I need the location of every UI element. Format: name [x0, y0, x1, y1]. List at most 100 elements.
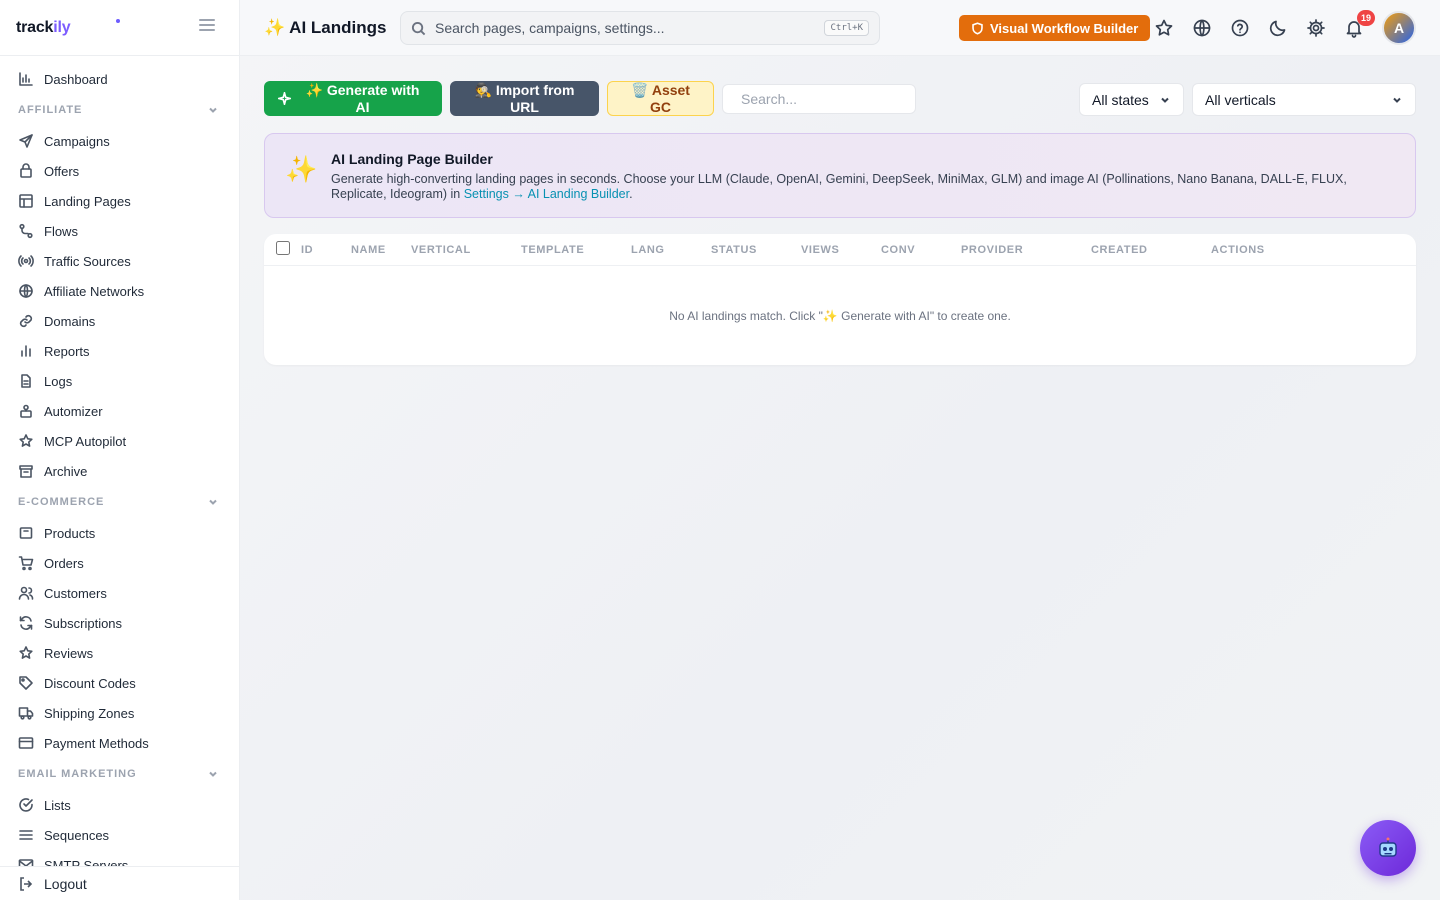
global-search[interactable]: Ctrl+K — [400, 11, 880, 45]
sidebar-item-reports[interactable]: Reports — [0, 336, 239, 366]
column-header-provider[interactable]: PROVIDER — [961, 244, 1023, 256]
sidebar-item-orders[interactable]: Orders — [0, 548, 239, 578]
import-from-url-button[interactable]: 🕵️ Import from URL — [450, 81, 599, 116]
sidebar-item-shipping-zones[interactable]: Shipping Zones — [0, 698, 239, 728]
column-header-id[interactable]: ID — [301, 244, 313, 256]
sidebar-item-label: Affiliate Networks — [44, 283, 145, 299]
verticals-select-value: All verticals — [1205, 91, 1276, 108]
banner-title: AI Landing Page Builder — [331, 151, 493, 167]
robot-icon — [18, 403, 34, 419]
users-icon — [18, 585, 34, 601]
sparkle-star-icon — [18, 433, 34, 449]
column-header-vertical[interactable]: VERTICAL — [411, 244, 471, 256]
column-header-conv[interactable]: CONV — [881, 244, 915, 256]
column-header-views[interactable]: VIEWS — [801, 244, 839, 256]
sidebar-item-subscriptions[interactable]: Subscriptions — [0, 608, 239, 638]
sidebar-item-products[interactable]: Products — [0, 518, 239, 548]
sidebar-item-payment-methods[interactable]: Payment Methods — [0, 728, 239, 758]
main-content: ✨ AI Landings Ctrl+K Visual Workflow Bui… — [240, 0, 1440, 900]
sidebar-item-label: Automizer — [44, 403, 103, 419]
sparkle-icon — [278, 92, 291, 105]
sidebar-item-dashboard[interactable]: Dashboard — [0, 64, 239, 94]
shortcut-hint: Ctrl+K — [824, 20, 869, 36]
sidebar-item-sequences[interactable]: Sequences — [0, 820, 239, 850]
asset-gc-button[interactable]: 🗑️ Asset GC — [607, 81, 714, 116]
section-email-marketing-header[interactable]: EMAIL MARKETING — [0, 758, 239, 790]
sparkle-icon: ✨ — [285, 154, 318, 184]
sidebar-item-label: Campaigns — [44, 133, 110, 149]
sidebar-item-mcp-autopilot[interactable]: MCP Autopilot — [0, 426, 239, 456]
landings-search[interactable] — [722, 84, 922, 114]
section-ecommerce-header[interactable]: E-COMMERCE — [0, 486, 239, 518]
settings-link[interactable]: Settings → AI Landing Builder — [464, 187, 629, 201]
sidebar-nav: Dashboard AFFILIATE Campaigns Offers Lan… — [0, 56, 239, 868]
sidebar-item-label: Reviews — [44, 645, 94, 661]
chevron-down-icon — [1161, 97, 1169, 103]
notifications-bell-icon[interactable]: 19 — [1343, 10, 1375, 39]
sidebar-item-reviews[interactable]: Reviews — [0, 638, 239, 668]
page-title-text: AI Landings — [289, 17, 387, 37]
sidebar-item-landing-pages[interactable]: Landing Pages — [0, 186, 239, 216]
states-select[interactable]: All states — [1079, 83, 1184, 116]
banner-text-end: . — [629, 187, 633, 201]
package-icon — [18, 163, 34, 179]
sidebar-item-label: Offers — [44, 163, 80, 179]
globe-icon — [18, 283, 34, 299]
sidebar-item-affiliate-networks[interactable]: Affiliate Networks — [0, 276, 239, 306]
column-header-template[interactable]: TEMPLATE — [521, 244, 584, 256]
sidebar-item-offers[interactable]: Offers — [0, 156, 239, 186]
workflow-button-label: Visual Workflow Builder — [990, 20, 1139, 36]
notification-badge: 19 — [1357, 10, 1375, 26]
ai-assistant-button[interactable] — [1360, 820, 1416, 876]
flow-icon — [18, 223, 34, 239]
sidebar-item-archive[interactable]: Archive — [0, 456, 239, 486]
refresh-icon — [18, 615, 34, 631]
sidebar-item-flows[interactable]: Flows — [0, 216, 239, 246]
select-all-checkbox[interactable] — [276, 241, 290, 255]
dark-mode-moon-icon[interactable] — [1267, 17, 1289, 39]
visual-workflow-builder-button[interactable]: Visual Workflow Builder — [959, 15, 1151, 41]
sidebar-item-traffic-sources[interactable]: Traffic Sources — [0, 246, 239, 276]
archive-icon — [18, 463, 34, 479]
sidebar-item-label: Domains — [44, 313, 96, 329]
sidebar-item-domains[interactable]: Domains — [0, 306, 239, 336]
landings-search-input[interactable] — [741, 91, 922, 107]
column-header-created[interactable]: CREATED — [1091, 244, 1148, 256]
toolbar: ✨ Generate with AI 🕵️ Import from URL 🗑️… — [264, 81, 1416, 117]
check-circle-icon — [18, 797, 34, 813]
sidebar-item-lists[interactable]: Lists — [0, 790, 239, 820]
generate-with-ai-button[interactable]: ✨ Generate with AI — [264, 81, 442, 116]
verticals-select[interactable]: All verticals — [1192, 83, 1416, 116]
shield-icon — [972, 21, 983, 35]
favorites-star-icon[interactable] — [1153, 17, 1175, 39]
sidebar-item-discount-codes[interactable]: Discount Codes — [0, 668, 239, 698]
logout-icon — [20, 876, 33, 891]
layout-icon — [18, 193, 34, 209]
credit-card-icon — [18, 735, 34, 751]
brand-logo[interactable]: trackily — [16, 19, 71, 37]
sidebar-item-customers[interactable]: Customers — [0, 578, 239, 608]
logout-button[interactable]: Logout — [0, 866, 239, 900]
section-affiliate-header[interactable]: AFFILIATE — [0, 94, 239, 126]
sidebar-item-logs[interactable]: Logs — [0, 366, 239, 396]
asset-gc-label: 🗑️ Asset GC — [631, 82, 690, 115]
brand-header: trackily — [0, 0, 239, 56]
column-header-lang[interactable]: LANG — [631, 244, 665, 256]
states-select-value: All states — [1092, 91, 1149, 108]
sidebar-item-label: Logs — [44, 373, 73, 389]
bar-chart-icon — [18, 71, 34, 87]
settings-gear-icon[interactable] — [1305, 17, 1327, 39]
column-header-name[interactable]: NAME — [351, 244, 386, 256]
sidebar-item-automizer[interactable]: Automizer — [0, 396, 239, 426]
help-icon[interactable] — [1229, 17, 1251, 39]
import-label: 🕵️ Import from URL — [474, 82, 575, 115]
sidebar-item-campaigns[interactable]: Campaigns — [0, 126, 239, 156]
logout-label: Logout — [44, 875, 87, 892]
menu-toggle-icon[interactable] — [199, 19, 215, 33]
avatar[interactable]: A — [1382, 11, 1416, 45]
chevron-down-icon — [209, 499, 217, 505]
language-globe-icon[interactable] — [1191, 17, 1213, 39]
global-search-input[interactable] — [435, 20, 825, 36]
column-header-status[interactable]: STATUS — [711, 244, 757, 256]
generate-label: ✨ Generate with AI — [305, 82, 420, 115]
